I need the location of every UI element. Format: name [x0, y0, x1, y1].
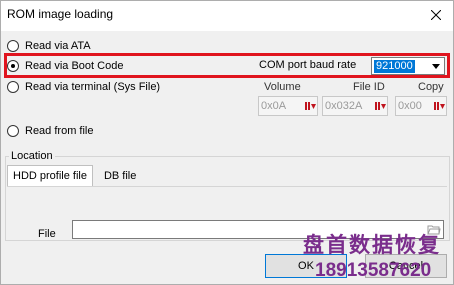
volume-label: Volume — [264, 81, 301, 93]
option-label: Read from file — [25, 125, 94, 137]
baud-rate-value: 921000 — [374, 59, 415, 73]
option-read-from-file[interactable]: Read from file — [7, 124, 93, 138]
spin-arrows-icon[interactable] — [432, 98, 446, 114]
file-label: File — [38, 228, 56, 240]
close-button[interactable] — [419, 1, 453, 29]
file-id-value: 0x032A — [325, 100, 363, 112]
folder-browse-icon[interactable] — [425, 221, 442, 238]
option-label: Read via ATA — [25, 40, 91, 52]
option-read-via-ata[interactable]: Read via ATA — [7, 39, 91, 53]
file-id-spinner[interactable]: 0x032A — [322, 96, 388, 116]
radio-button-checked[interactable] — [7, 60, 19, 72]
title-bar: ROM image loading — [1, 1, 453, 31]
radio-button[interactable] — [7, 40, 19, 52]
location-tabs: HDD profile file DB file — [7, 165, 141, 187]
copy-value: 0x00 — [398, 100, 422, 112]
option-label: Read via terminal (Sys File) — [25, 81, 161, 93]
tab-hdd-profile-file[interactable]: HDD profile file — [7, 165, 93, 187]
baud-rate-select[interactable]: 921000 — [371, 57, 445, 75]
option-label: Read via Boot Code — [25, 60, 124, 72]
rom-image-loading-dialog: ROM image loading Read via ATA Read via … — [0, 0, 454, 285]
spin-arrows-icon[interactable] — [373, 98, 387, 114]
ok-button[interactable]: OK — [265, 254, 347, 278]
radio-button[interactable] — [7, 125, 19, 137]
baud-rate-label: COM port baud rate — [259, 59, 357, 71]
radio-button[interactable] — [7, 81, 19, 93]
file-id-label: File ID — [353, 81, 385, 93]
volume-value: 0x0A — [261, 100, 287, 112]
spin-arrows-icon[interactable] — [303, 98, 317, 114]
tab-db-file[interactable]: DB file — [99, 165, 141, 187]
option-read-via-boot-code[interactable]: Read via Boot Code — [7, 59, 123, 73]
file-path-input[interactable] — [72, 220, 444, 239]
option-read-via-terminal[interactable]: Read via terminal (Sys File) — [7, 80, 160, 94]
volume-spinner[interactable]: 0x0A — [258, 96, 318, 116]
window-title: ROM image loading — [7, 7, 114, 21]
cancel-button[interactable]: Cancel — [365, 254, 447, 278]
copy-spinner[interactable]: 0x00 — [395, 96, 447, 116]
chevron-down-icon[interactable] — [428, 58, 444, 74]
location-group-title: Location — [9, 150, 55, 162]
copy-label: Copy — [418, 81, 444, 93]
close-icon — [431, 10, 441, 20]
